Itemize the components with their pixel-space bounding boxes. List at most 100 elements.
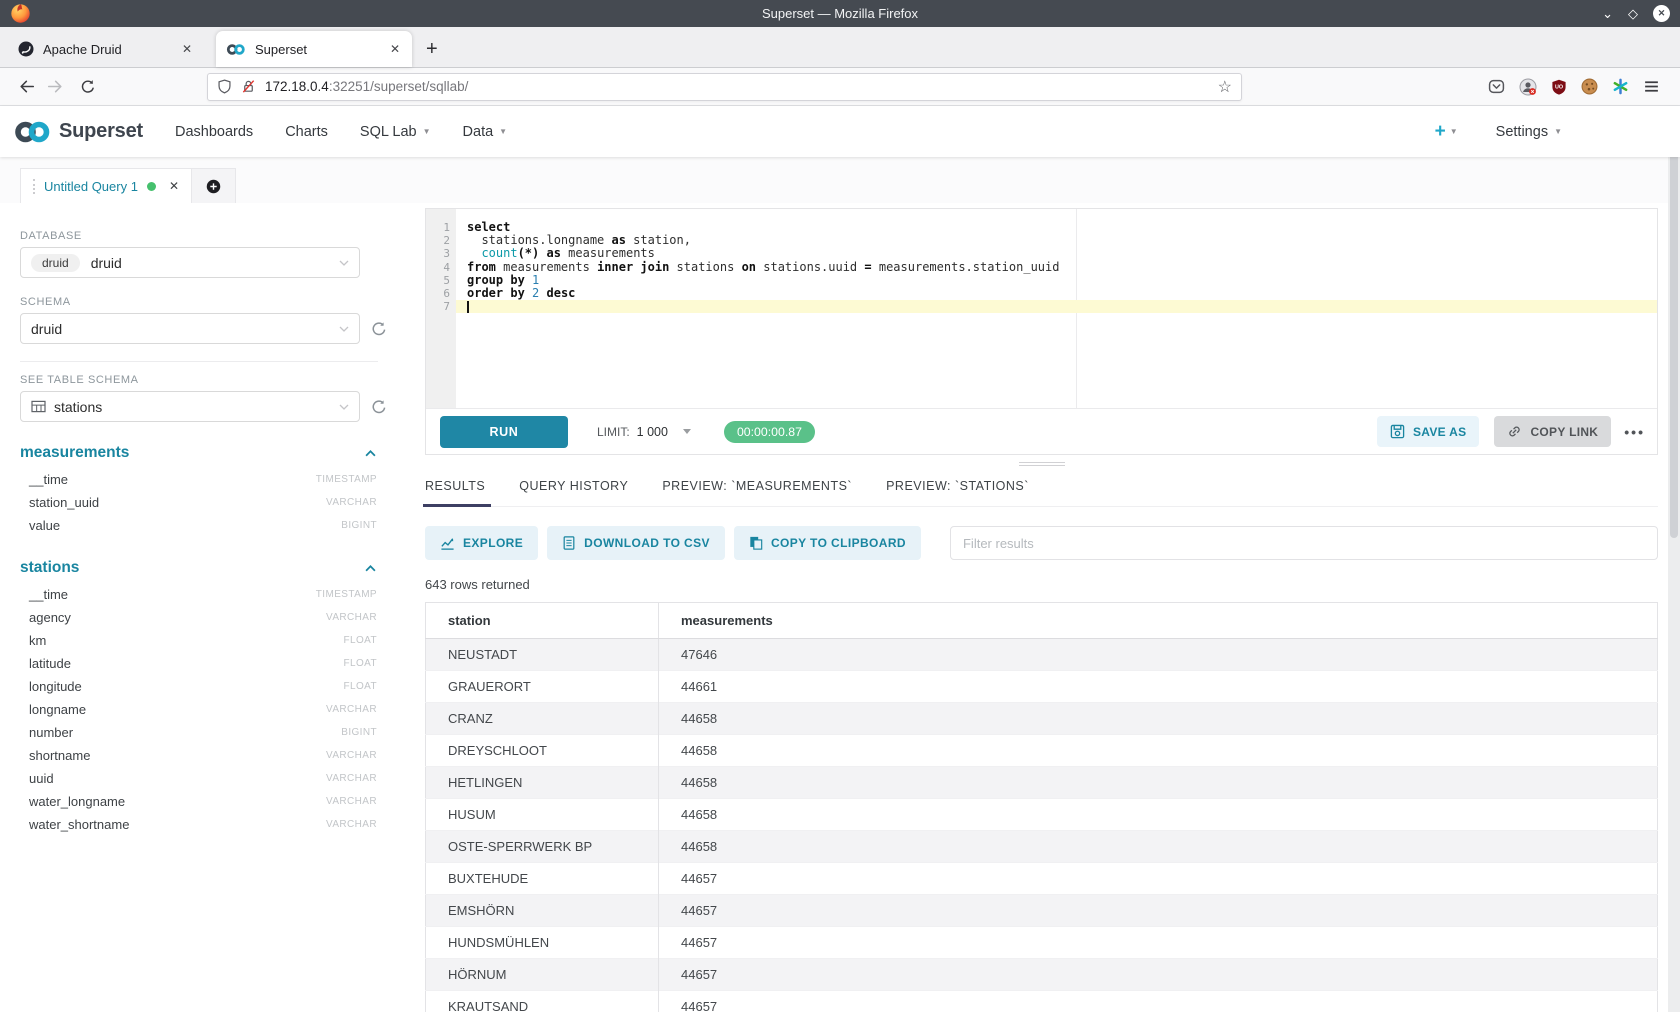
table-row: HUNDSMÜHLEN 44657 bbox=[426, 927, 1658, 959]
editor-line[interactable]: group by 1 bbox=[456, 274, 1657, 287]
cookie-icon[interactable] bbox=[1581, 78, 1598, 95]
nav-item-dashboards[interactable]: Dashboards bbox=[175, 124, 253, 140]
tab-results[interactable]: RESULTS bbox=[425, 479, 485, 506]
settings-menu[interactable]: Settings▼ bbox=[1496, 124, 1562, 140]
divider bbox=[20, 361, 378, 362]
editor-line[interactable] bbox=[456, 300, 1657, 313]
cell-measurements: 44658 bbox=[659, 831, 1658, 863]
browser-tab-superset[interactable]: Superset ✕ bbox=[216, 31, 412, 67]
shield-icon[interactable] bbox=[217, 79, 232, 94]
cell-station: NEUSTADT bbox=[426, 639, 659, 671]
more-options-icon[interactable]: ••• bbox=[1624, 424, 1645, 440]
column-row: longname VARCHAR bbox=[20, 698, 377, 721]
table-select[interactable]: stations bbox=[20, 391, 360, 422]
chevron-up-icon[interactable] bbox=[365, 565, 376, 572]
ublock-icon[interactable]: UO bbox=[1551, 79, 1567, 95]
sql-editor[interactable]: 1234567 select stations.longname as stat… bbox=[426, 209, 1657, 409]
maximize-icon[interactable]: ◇ bbox=[1628, 7, 1638, 20]
run-button[interactable]: RUN bbox=[440, 416, 568, 448]
column-row: uuid VARCHAR bbox=[20, 767, 377, 790]
column-type: FLOAT bbox=[344, 635, 377, 646]
tab-preview-stations[interactable]: PREVIEW: `STATIONS` bbox=[886, 479, 1029, 506]
editor-gutter: 1234567 bbox=[426, 209, 456, 408]
menu-hamburger-icon[interactable] bbox=[1643, 78, 1660, 95]
tab-preview-measurements[interactable]: PREVIEW: `MEASUREMENTS` bbox=[662, 479, 852, 506]
chevron-up-icon[interactable] bbox=[365, 450, 376, 457]
column-type: FLOAT bbox=[344, 681, 377, 692]
limit-dropdown[interactable]: LIMIT: 1 000 bbox=[597, 425, 691, 439]
cell-station: HÖRNUM bbox=[426, 959, 659, 991]
table-section-header-measurements[interactable]: measurements bbox=[20, 444, 376, 462]
filter-results-input[interactable] bbox=[950, 526, 1658, 560]
url-text[interactable]: 172.18.0.4:32251/superset/sqllab/ bbox=[265, 79, 1218, 94]
add-query-tab-button[interactable] bbox=[192, 168, 236, 203]
clipboard-icon bbox=[749, 536, 763, 550]
column-row: water_longname VARCHAR bbox=[20, 790, 377, 813]
close-icon[interactable]: ✕ bbox=[1653, 5, 1670, 22]
url-path: :32251/superset/sqllab/ bbox=[329, 79, 469, 94]
editor-line[interactable]: order by 2 desc bbox=[456, 287, 1657, 300]
new-menu-button[interactable]: +▼ bbox=[1435, 121, 1458, 143]
table-row: DREYSCHLOOT 44658 bbox=[426, 735, 1658, 767]
asterisk-extension-icon[interactable] bbox=[1612, 78, 1629, 95]
nav-item-charts[interactable]: Charts bbox=[285, 124, 328, 140]
privacy-mask-icon[interactable] bbox=[1519, 78, 1537, 96]
query-tab-untitled-1[interactable]: Untitled Query 1 ✕ bbox=[20, 168, 192, 203]
nav-item-data[interactable]: Data▼ bbox=[463, 124, 508, 140]
chevron-down-icon: ▼ bbox=[1450, 127, 1458, 136]
line-number: 4 bbox=[426, 261, 456, 274]
url-bar[interactable]: 172.18.0.4:32251/superset/sqllab/ ☆ bbox=[207, 73, 1242, 101]
reload-icon[interactable] bbox=[72, 73, 103, 101]
cell-measurements: 44657 bbox=[659, 959, 1658, 991]
bookmark-star-icon[interactable]: ☆ bbox=[1218, 77, 1232, 97]
save-as-button[interactable]: SAVE AS bbox=[1377, 416, 1479, 447]
copy-clipboard-button[interactable]: COPY TO CLIPBOARD bbox=[734, 526, 921, 560]
close-query-tab-icon[interactable]: ✕ bbox=[169, 179, 179, 193]
cell-station: DREYSCHLOOT bbox=[426, 735, 659, 767]
cell-station: KRAUTSAND bbox=[426, 991, 659, 1012]
line-number: 3 bbox=[426, 247, 456, 260]
cell-measurements: 44657 bbox=[659, 927, 1658, 959]
table-row: CRANZ 44658 bbox=[426, 703, 1658, 735]
editor-line[interactable]: from measurements inner join stations on… bbox=[456, 261, 1657, 274]
insecure-lock-icon[interactable] bbox=[241, 79, 256, 94]
page-scrollbar[interactable] bbox=[1668, 106, 1680, 1012]
forward-icon[interactable] bbox=[41, 73, 72, 101]
new-tab-icon[interactable]: + bbox=[426, 39, 438, 59]
tab-query-history[interactable]: QUERY HISTORY bbox=[519, 479, 628, 506]
column-header-station[interactable]: station bbox=[426, 603, 659, 639]
drag-handle-icon[interactable] bbox=[33, 179, 35, 194]
table-section-header-stations[interactable]: stations bbox=[20, 559, 376, 577]
copy-link-button[interactable]: COPY LINK bbox=[1494, 416, 1611, 447]
pane-resize-handle[interactable] bbox=[1019, 462, 1065, 466]
table-row: GRAUERORT 44661 bbox=[426, 671, 1658, 703]
database-label: DATABASE bbox=[20, 230, 400, 242]
cell-measurements: 44657 bbox=[659, 991, 1658, 1012]
tab-close-icon[interactable]: ✕ bbox=[180, 42, 194, 56]
download-csv-button[interactable]: DOWNLOAD TO CSV bbox=[547, 526, 725, 560]
database-select[interactable]: druid druid bbox=[20, 247, 360, 278]
browser-tab-apache-druid[interactable]: Apache Druid ✕ bbox=[8, 31, 204, 67]
tab-close-icon[interactable]: ✕ bbox=[388, 42, 402, 56]
pocket-icon[interactable] bbox=[1488, 78, 1505, 95]
superset-logo[interactable]: Superset bbox=[12, 119, 143, 145]
column-type: VARCHAR bbox=[326, 704, 377, 715]
scrollbar-thumb[interactable] bbox=[1670, 108, 1678, 538]
druid-favicon bbox=[18, 41, 34, 57]
minimize-icon[interactable]: ⌄ bbox=[1602, 7, 1613, 20]
chevron-down-icon bbox=[339, 260, 349, 266]
table-row: HÖRNUM 44657 bbox=[426, 959, 1658, 991]
refresh-icon[interactable] bbox=[371, 399, 387, 415]
column-header-measurements[interactable]: measurements bbox=[659, 603, 1658, 639]
window-titlebar: Superset — Mozilla Firefox ⌄ ◇ ✕ bbox=[0, 0, 1680, 27]
back-icon[interactable] bbox=[10, 73, 41, 101]
results-actions: EXPLORE DOWNLOAD TO CSV COPY TO CLIPBOAR… bbox=[425, 526, 1658, 560]
chevron-down-icon bbox=[339, 326, 349, 332]
schema-select[interactable]: druid bbox=[20, 313, 360, 344]
column-name: station_uuid bbox=[29, 495, 99, 510]
explore-button[interactable]: EXPLORE bbox=[425, 526, 538, 560]
refresh-icon[interactable] bbox=[371, 321, 387, 337]
column-row: number BIGINT bbox=[20, 721, 377, 744]
file-icon bbox=[562, 536, 576, 550]
nav-item-sql-lab[interactable]: SQL Lab▼ bbox=[360, 124, 431, 140]
